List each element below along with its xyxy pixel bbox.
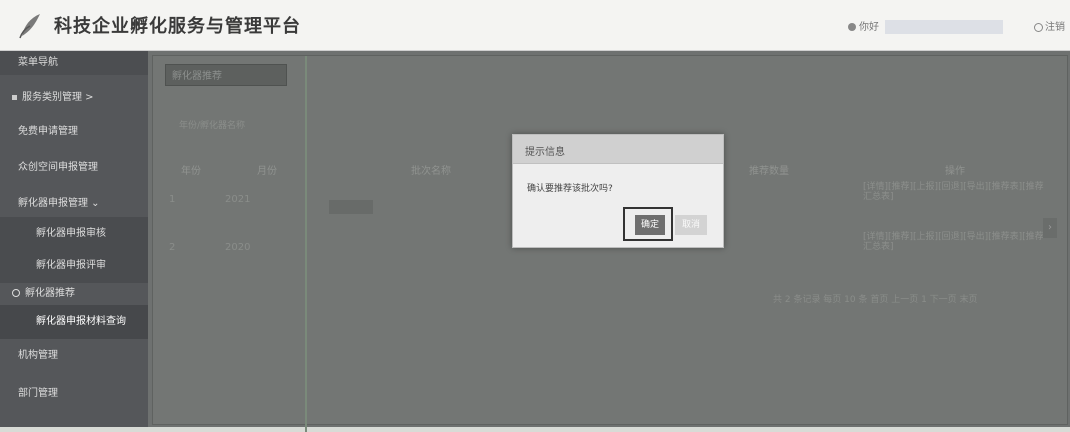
sidebar-nav-title: 菜单导航	[0, 51, 148, 75]
row-year: 2020	[225, 242, 251, 253]
dialog-title: 提示信息	[525, 147, 565, 158]
pagination[interactable]: 共 2 条记录 每页 10 条 首页 上一页 1 下一页 末页	[773, 292, 978, 305]
dialog-header: 提示信息	[513, 135, 723, 164]
app-title: 科技企业孵化服务与管理平台	[54, 16, 301, 37]
top-header: 科技企业孵化服务与管理平台 你好 注销	[0, 0, 1070, 51]
sidebar-item-service-category[interactable]: 服务类别管理 >	[0, 81, 148, 115]
bullet-icon	[12, 94, 17, 100]
user-name-redacted	[885, 20, 1003, 34]
sidebar-item-dept-management[interactable]: 部门管理	[0, 377, 148, 411]
confirm-button[interactable]: 确定	[635, 215, 665, 235]
logo-icon	[19, 14, 40, 39]
power-icon	[1034, 22, 1043, 32]
col-header-batch-name: 批次名称	[411, 166, 451, 177]
batch-name-cell	[329, 200, 373, 214]
sidebar-item-label: 孵化器推荐	[25, 288, 75, 299]
sidebar-item-maker-space[interactable]: 众创空间申报管理	[0, 151, 148, 185]
user-icon	[848, 23, 856, 31]
tab-label: 孵化器推荐	[172, 71, 222, 82]
user-area[interactable]: 你好	[848, 18, 1003, 34]
col-header-year: 年份	[181, 166, 201, 177]
row-index: 2	[169, 242, 176, 253]
sidebar-item-incubator-review[interactable]: 孵化器申报审核	[0, 217, 148, 251]
sidebar-item-org-management[interactable]: 机构管理	[0, 339, 148, 373]
divider	[305, 56, 307, 432]
row-year: 2021	[225, 194, 251, 205]
confirm-dialog: 提示信息 确认要推荐该批次吗? 确定 取消	[512, 134, 724, 248]
sidebar-item-label: 服务类别管理 >	[22, 92, 94, 103]
scroll-right-icon[interactable]: ›	[1043, 218, 1057, 238]
dialog-message: 确认要推荐该批次吗?	[527, 184, 613, 194]
cancel-button[interactable]: 取消	[675, 215, 707, 235]
filter-label: 年份/孵化器名称	[179, 121, 246, 131]
col-header-month: 月份	[257, 166, 277, 177]
logout-link[interactable]: 注销	[1034, 18, 1065, 33]
row-actions[interactable]: [详情][推荐][上报][回退][导出][推荐表][推荐汇总表]	[863, 182, 1047, 202]
sidebar: 菜单导航 服务类别管理 > 免费申请管理 众创空间申报管理 孵化器申报管理 ⌄ …	[0, 51, 148, 427]
col-header-actions: 操作	[945, 166, 965, 177]
radio-circle-icon	[12, 289, 20, 297]
col-header-recommend-count: 推荐数量	[749, 166, 789, 177]
logout-label: 注销	[1045, 22, 1065, 33]
sidebar-item-free-application[interactable]: 免费申请管理	[0, 115, 148, 149]
row-index: 1	[169, 194, 176, 205]
sidebar-item-incubator-application[interactable]: 孵化器申报管理 ⌄	[0, 187, 148, 221]
tab-incubator-recommend[interactable]: 孵化器推荐	[165, 64, 287, 86]
user-greeting: 你好	[859, 22, 879, 33]
row-actions[interactable]: [详情][推荐][上报][回退][导出][推荐表][推荐汇总表]	[863, 232, 1047, 252]
sidebar-item-incubator-materials[interactable]: 孵化器申报材料查询	[0, 305, 148, 339]
